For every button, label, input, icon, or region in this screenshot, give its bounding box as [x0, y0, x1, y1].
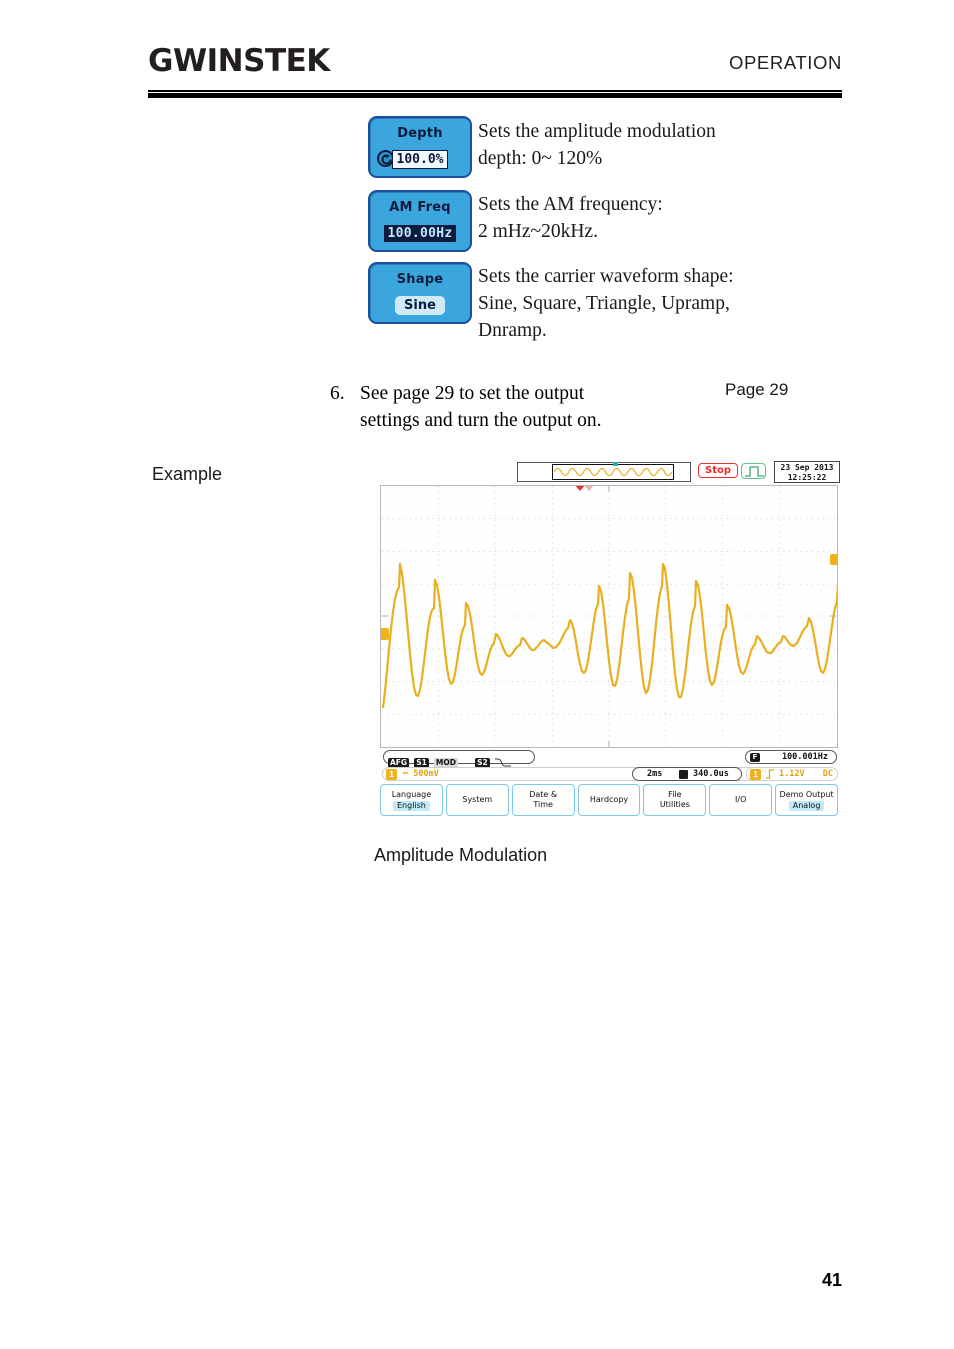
timebase-settings[interactable]: 2ms 340.0us [632, 767, 742, 781]
menu-button-date-time-label: Date & [529, 790, 558, 799]
menu-button-file-utilities[interactable]: File Utilities [643, 784, 707, 816]
softkey-shape-value-wrap: Sine [370, 294, 470, 315]
depth-desc-line2: depth: 0~ 120% [478, 148, 603, 169]
frequency-counter-value: 100.001Hz [781, 752, 828, 762]
menu-button-language-label: Language [391, 790, 432, 799]
step-number: 6. [330, 383, 345, 404]
softkey-depth-title: Depth [397, 126, 443, 141]
menu-button-hardcopy[interactable]: Hardcopy [577, 784, 641, 816]
timebase-position-icon [679, 770, 688, 779]
trigger-level: 1.12V [779, 769, 805, 779]
step-line1: See page 29 to set the output [360, 383, 585, 404]
softkey-am-freq-title: AM Freq [389, 200, 451, 215]
channel1-coupling-icon: ═ [403, 769, 409, 779]
channel1-volts-div: 500mV [413, 769, 439, 779]
header-divider [148, 90, 842, 98]
param-row-depth: Depth 100.0% [368, 116, 472, 178]
timebase-scale: 2ms [647, 769, 663, 779]
scope-top-bar: Stop 23 Sep 2013 12:25:22 [378, 460, 840, 484]
menu-button-file-utilities-label: File [668, 790, 682, 799]
menu-button-demo-output-label: Demo Output [779, 790, 834, 799]
menu-button-language[interactable]: Language English [380, 784, 443, 816]
param-description-shape: Sets the carrier waveform shape: Sine, S… [478, 263, 734, 344]
softkey-depth[interactable]: Depth 100.0% [368, 116, 472, 178]
section-title: OPERATION [729, 52, 842, 73]
param-description-am-freq: Sets the AM frequency: 2 mHz~20kHz. [478, 191, 663, 245]
softkey-shape-title: Shape [396, 272, 444, 287]
channel1-level-marker-right[interactable] [830, 554, 837, 565]
softkey-depth-value: 100.0% [391, 150, 449, 169]
waveform-display-area[interactable] [380, 485, 838, 748]
am-freq-desc-line2: 2 mHz~20kHz. [478, 221, 598, 242]
trigger-source: 1 [750, 769, 761, 780]
channel1-scale: ═ 500mV [403, 769, 439, 779]
shape-desc-line1: Sets the carrier waveform shape: [478, 266, 734, 287]
param-row-shape: Shape Sine [368, 262, 472, 324]
page-number: 41 [821, 1270, 842, 1290]
badge-s1: S1 [414, 757, 429, 768]
scope-bottom-menu: Language English System Date & Time Hard… [380, 784, 839, 816]
badge-afg: AFG [388, 757, 410, 768]
menu-button-demo-output[interactable]: Demo Output Analog [775, 784, 839, 816]
softkey-shape[interactable]: Shape Sine [368, 262, 472, 324]
badge-s2: S2 [475, 757, 490, 768]
channel1-ground-marker-left[interactable] [381, 628, 389, 640]
rising-edge-icon [766, 769, 774, 784]
depth-desc-line1: Sets the amplitude modulation [478, 121, 716, 142]
menu-button-hardcopy-label: Hardcopy [589, 795, 629, 804]
step-line2: settings and turn the output on. [360, 410, 602, 431]
logo-text: GWINSTEK [148, 43, 330, 79]
gw-instek-logo: GWINSTEK [148, 44, 330, 78]
softkey-am-freq-value-wrap: 100.00Hz [370, 222, 470, 242]
afg-mode-indicator: AFG S1 MOD S2 [383, 750, 535, 768]
run-stop-status[interactable]: Stop [698, 463, 739, 478]
trigger-type-icon [741, 463, 766, 479]
scope-status-bar: AFG S1 MOD S2 F 100.001Hz [380, 750, 838, 768]
scope-time: 12:25:22 [787, 473, 827, 482]
menu-button-io-label: I/O [735, 795, 747, 804]
page-header: GWINSTEK OPERATION [148, 44, 842, 96]
softkey-am-freq[interactable]: AM Freq 100.00Hz [368, 190, 472, 252]
trigger-position-marker-secondary [584, 486, 594, 491]
shape-desc-line2: Sine, Square, Triangle, Upramp, [478, 293, 730, 314]
example-label: Example [152, 464, 223, 484]
badge-mod: MOD [433, 757, 458, 768]
menu-button-file-utilities-label2: Utilities [659, 800, 690, 809]
menu-button-io[interactable]: I/O [709, 784, 773, 816]
waveform-preview [517, 462, 691, 482]
am-freq-desc-line1: Sets the AM frequency: [478, 194, 663, 215]
sine-wave-icon [494, 758, 511, 767]
figure-caption: Amplitude Modulation [374, 845, 548, 865]
timebase-position: 340.0us [693, 769, 729, 779]
step-text: See page 29 to set the output settings a… [360, 380, 690, 434]
page-reference-link[interactable]: Page 29 [725, 380, 788, 400]
menu-button-system[interactable]: System [445, 784, 509, 816]
channel1-label: 1 [386, 769, 397, 780]
softkey-depth-value-wrap: 100.0% [370, 148, 470, 169]
frequency-counter-label: F [750, 753, 760, 762]
scope-date: 23 Sep 2013 [780, 463, 834, 472]
trigger-settings[interactable]: 1 1.12V DC [746, 767, 838, 781]
menu-button-date-time[interactable]: Date & Time [511, 784, 575, 816]
scope-channel-bar: 1 ═ 500mV 2ms 340.0us 1 1.12V DC [380, 767, 838, 782]
oscilloscope-screenshot: Stop 23 Sep 2013 12:25:22 AFG S1 MOD S2 … [378, 460, 840, 818]
am-modulated-waveform [381, 562, 837, 709]
menu-button-language-value: English [392, 801, 430, 811]
menu-button-date-time-label2: Time [533, 800, 553, 809]
menu-button-demo-output-value: Analog [788, 801, 825, 811]
shape-desc-line3: Dnramp. [478, 320, 547, 341]
frequency-counter: F 100.001Hz [745, 750, 837, 764]
param-description-depth: Sets the amplitude modulation depth: 0~ … [478, 118, 716, 172]
softkey-shape-value: Sine [395, 296, 445, 315]
menu-button-system-label: System [462, 795, 493, 804]
softkey-am-freq-value: 100.00Hz [384, 225, 456, 242]
date-time-display: 23 Sep 2013 12:25:22 [774, 461, 840, 483]
param-row-am-freq: AM Freq 100.00Hz [368, 190, 472, 252]
trigger-coupling: DC [822, 769, 833, 779]
